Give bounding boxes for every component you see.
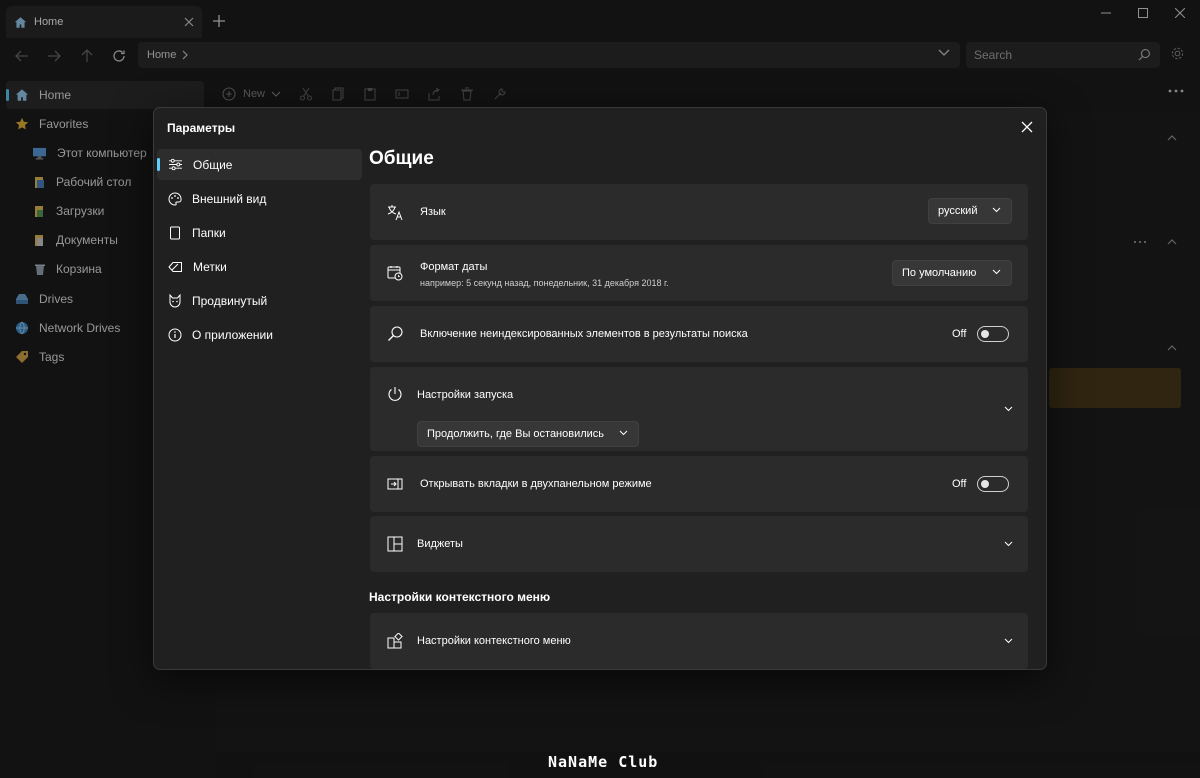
sliders-icon [168, 158, 183, 171]
chevron-down-icon [992, 207, 1001, 213]
toggle-state: Off [952, 328, 967, 340]
chevron-down-icon [992, 269, 1001, 275]
setting-card-widgets[interactable]: Виджеты [370, 516, 1028, 572]
date-format-dropdown[interactable]: По умолчанию [892, 260, 1012, 286]
startup-dropdown[interactable]: Продолжить, где Вы остановились [417, 421, 639, 447]
toggle-state: Off [952, 478, 967, 490]
language-icon [386, 203, 404, 221]
dialog-title: Параметры [167, 121, 236, 135]
setting-card-date-format: Формат даты например: 5 секунд назад, по… [370, 245, 1028, 301]
language-dropdown[interactable]: русский [928, 198, 1012, 224]
widgets-icon [386, 535, 404, 553]
unindexed-toggle[interactable]: Off [952, 326, 1010, 342]
settings-dialog: Параметры Общие Внешний вид Папки Метки … [153, 107, 1047, 670]
setting-label: Открывать вкладки в двухпанельном режиме [420, 478, 652, 490]
dual-pane-icon [386, 475, 404, 493]
folder-outline-icon [168, 226, 182, 240]
setting-label: Включение неиндексированных элементов в … [420, 328, 748, 340]
close-icon [1021, 121, 1033, 133]
nav-item-label: Продвинутый [192, 293, 268, 308]
dropdown-value: По умолчанию [902, 267, 977, 279]
nav-item-about[interactable]: О приложении [157, 319, 362, 350]
setting-card-dual-pane: Открывать вкладки в двухпанельном режиме… [370, 456, 1028, 512]
setting-label: Язык [420, 206, 446, 218]
toggle-switch[interactable] [977, 476, 1010, 492]
nav-item-advanced[interactable]: Продвинутый [157, 285, 362, 316]
nav-item-label: О приложении [192, 327, 273, 342]
watermark-text: NaNaMe Club [548, 753, 659, 771]
setting-card-context-menu[interactable]: Настройки контекстного меню [370, 613, 1028, 669]
page-title: Общие [369, 148, 434, 169]
setting-label: Виджеты [417, 538, 463, 550]
setting-card-unindexed: Включение неиндексированных элементов в … [370, 306, 1028, 362]
context-menu-icon [386, 632, 404, 650]
dropdown-value: Продолжить, где Вы остановились [427, 428, 605, 440]
nav-item-label: Внешний вид [192, 191, 267, 206]
expand-chevron-icon[interactable] [1002, 538, 1014, 550]
nav-item-appearance[interactable]: Внешний вид [157, 183, 362, 214]
setting-label: Формат даты [420, 261, 488, 273]
tag-outline-icon [168, 261, 183, 273]
setting-card-language: Язык русский [370, 184, 1028, 240]
section-heading: Настройки контекстного меню [369, 590, 551, 604]
nav-item-label: Общие [193, 157, 233, 172]
nav-item-label: Метки [193, 259, 227, 274]
setting-label: Настройки запуска [417, 389, 514, 401]
setting-card-startup[interactable]: Настройки запуска Продолжить, где Вы ост… [370, 367, 1028, 451]
calendar-clock-icon [386, 264, 404, 282]
power-icon [386, 385, 404, 403]
nav-item-folders[interactable]: Папки [157, 217, 362, 248]
expand-chevron-icon[interactable] [1002, 635, 1014, 647]
toggle-switch[interactable] [977, 326, 1010, 342]
dropdown-value: русский [938, 205, 978, 217]
dual-pane-toggle[interactable]: Off [952, 476, 1010, 492]
nav-item-label: Папки [192, 225, 226, 240]
expand-chevron-icon[interactable] [1002, 403, 1014, 415]
close-dialog-button[interactable] [1018, 118, 1036, 136]
nav-item-general[interactable]: Общие [157, 149, 362, 180]
setting-label: Настройки контекстного меню [417, 635, 571, 647]
palette-icon [168, 191, 182, 206]
cat-icon [168, 293, 182, 308]
date-format-example: например: 5 секунд назад, понедельник, 3… [420, 278, 669, 288]
nav-item-tags[interactable]: Метки [157, 251, 362, 282]
info-icon [168, 328, 182, 342]
search-icon [386, 325, 404, 343]
chevron-down-icon [619, 430, 628, 436]
